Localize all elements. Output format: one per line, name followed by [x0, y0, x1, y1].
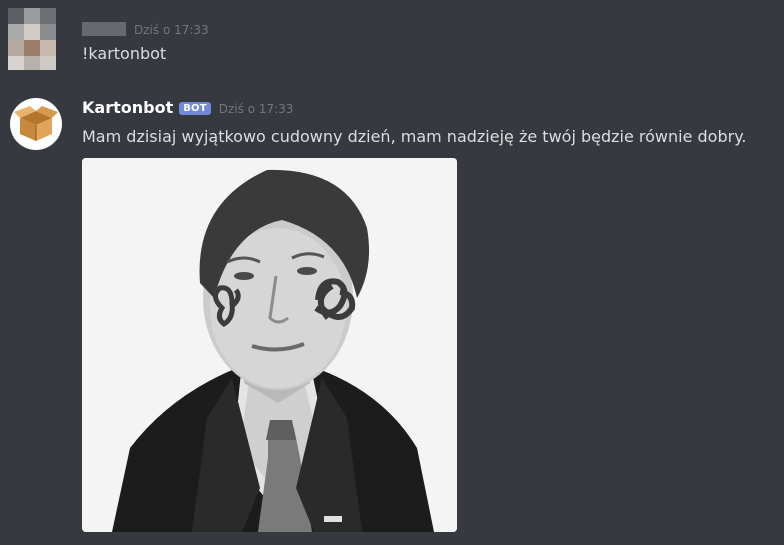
- timestamp: Dziś o 17:33: [134, 23, 209, 37]
- message-user: Dziś o 17:33 !kartonbot: [0, 0, 784, 80]
- message-header: Kartonbot BOT Dziś o 17:33: [82, 98, 293, 117]
- bot-badge: BOT: [179, 102, 211, 115]
- message-text: Mam dzisiaj wyjątkowo cudowny dzień, mam…: [82, 127, 747, 146]
- avatar[interactable]: [8, 8, 56, 70]
- message-text: !kartonbot: [82, 44, 167, 63]
- avatar[interactable]: [10, 98, 62, 150]
- username[interactable]: Kartonbot: [82, 98, 173, 117]
- portrait-image: [82, 158, 457, 532]
- box-icon: [14, 106, 58, 141]
- message-header: Dziś o 17:33: [82, 20, 209, 37]
- username[interactable]: [82, 22, 126, 36]
- attached-image[interactable]: [82, 158, 457, 532]
- timestamp: Dziś o 17:33: [218, 102, 294, 116]
